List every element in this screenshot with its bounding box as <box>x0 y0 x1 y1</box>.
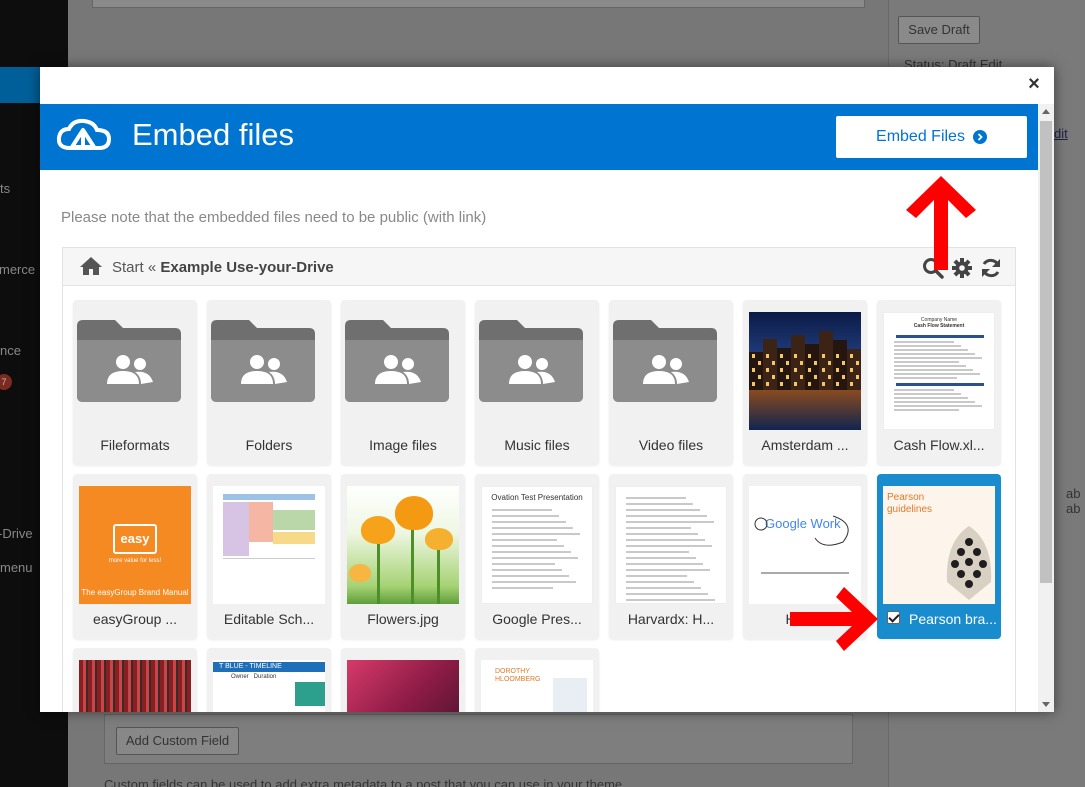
admin-sidebar-badge: 7 <box>0 374 12 390</box>
file-tile[interactable]: DOROTHY HLOOMBERG <box>475 648 599 712</box>
file-thumbnail <box>79 660 191 712</box>
modal-title: Embed files <box>132 117 294 152</box>
file-thumbnail: Pearson guidelines <box>883 486 995 604</box>
file-thumbnail <box>213 486 325 604</box>
admin-sidebar-item: menu <box>0 560 33 575</box>
cloud-logo-icon <box>56 118 112 150</box>
file-tile[interactable]: Video files <box>609 300 733 465</box>
file-name: Harvardx: H... <box>627 611 715 627</box>
edit-link: dit <box>1054 126 1068 141</box>
file-name: Amsterdam ... <box>761 437 849 453</box>
scroll-down-icon[interactable] <box>1042 702 1050 707</box>
editor-box <box>92 0 865 8</box>
file-tile[interactable]: Fileformats <box>73 300 197 465</box>
folder-shared-icon <box>77 320 181 402</box>
file-name: Editable Sch... <box>223 611 315 627</box>
file-tile[interactable]: T BLUE - TIMELINE Owner Duration <box>207 648 331 712</box>
embed-files-button-label: Embed Files <box>876 128 965 145</box>
home-icon[interactable] <box>79 256 103 276</box>
thumb-text: more value for less! <box>108 558 162 564</box>
file-thumbnail: Ovation Test Presentation <box>481 486 593 604</box>
thumb-text: Owner Duration <box>231 674 277 680</box>
admin-sidebar-item: -Drive <box>0 526 33 541</box>
file-name: easyGroup ... <box>92 611 178 627</box>
file-tile[interactable]: easy more value for less! The easyGroup Br… <box>73 474 197 639</box>
breadcrumb: Start « Example Use-your-Drive <box>112 259 334 276</box>
file-thumbnail <box>347 660 459 712</box>
save-draft-button: Save Draft <box>898 16 980 44</box>
admin-sidebar-item: nce <box>0 343 21 358</box>
file-name: Video files <box>638 437 704 453</box>
file-tile[interactable]: Folders <box>207 300 331 465</box>
thumb-text: DOROTHY HLOOMBERG <box>495 668 541 683</box>
file-thumbnail: Google Work <box>749 486 861 604</box>
file-name: Pearson bra... <box>909 611 997 627</box>
file-thumbnail: easy more value for less! The easyGroup Br… <box>79 486 191 604</box>
modal-scrollbar[interactable] <box>1038 104 1054 712</box>
file-name: Image files <box>369 437 437 453</box>
file-tile[interactable]: Amsterdam ... <box>743 300 867 465</box>
search-icon[interactable] <box>922 257 944 279</box>
file-browser-toolbar: Start « Example Use-your-Drive <box>63 248 1015 286</box>
file-tile[interactable]: Harvardx: H... <box>609 474 733 639</box>
file-tile[interactable]: Flowers.jpg <box>341 474 465 639</box>
file-name: Flowers.jpg <box>367 611 439 627</box>
file-thumbnail <box>615 486 727 604</box>
file-tile[interactable]: Image files <box>341 300 465 465</box>
thumb-text: T BLUE - TIMELINE <box>213 662 325 672</box>
file-tile[interactable]: Editable Sch... <box>207 474 331 639</box>
admin-sidebar-item: ts <box>0 181 11 196</box>
file-tile[interactable]: Google Work How... <box>743 474 867 639</box>
file-name: Google Pres... <box>492 611 582 627</box>
thumb-text: Ovation Test Presentation <box>491 493 583 502</box>
embed-files-modal: × Embed files Embed Files Please note th… <box>40 67 1054 712</box>
arrow-circle-right-icon <box>972 130 987 144</box>
file-tile[interactable]: Music files <box>475 300 599 465</box>
scroll-up-icon[interactable] <box>1042 109 1050 114</box>
file-name: Fileformats <box>100 437 170 453</box>
file-tile[interactable]: Pearson guidelines Pearson bra... <box>877 474 1001 639</box>
gear-icon[interactable] <box>951 257 973 279</box>
file-thumbnail: DOROTHY HLOOMBERG <box>481 660 593 712</box>
thumb-text: Pearson <box>887 492 925 503</box>
file-tile[interactable] <box>73 648 197 712</box>
folder-shared-icon <box>479 320 583 402</box>
folder-shared-icon <box>613 320 717 402</box>
file-thumbnail <box>749 312 861 430</box>
add-custom-field-button: Add Custom Field <box>116 727 239 755</box>
folder-shared-icon <box>211 320 315 402</box>
file-name: How... <box>785 611 825 627</box>
thumb-text: Cash Flow Statement <box>913 323 965 329</box>
breadcrumb-current: Example Use-your-Drive <box>160 259 334 276</box>
file-name: Cash Flow.xl... <box>893 437 985 453</box>
file-name: Folders <box>245 437 293 453</box>
file-tile[interactable] <box>341 648 465 712</box>
refresh-icon[interactable] <box>980 257 1002 279</box>
file-name: Music files <box>504 437 570 453</box>
embed-files-button[interactable]: Embed Files <box>836 116 1027 158</box>
scrollbar-thumb[interactable] <box>1040 121 1052 583</box>
tab-text: ab ab <box>1066 486 1081 516</box>
file-thumbnail <box>347 486 459 604</box>
thumb-text: easy <box>113 524 157 554</box>
file-tile[interactable]: Ovation Test Presentation Google Pres... <box>475 474 599 639</box>
admin-sidebar-item: merce <box>0 262 36 277</box>
file-tile[interactable]: Company Name Cash Flow Statement Cash Flow… <box>877 300 1001 465</box>
modal-header: Embed files Embed Files <box>40 104 1038 170</box>
folder-shared-icon <box>345 320 449 402</box>
file-thumbnail: Company Name Cash Flow Statement <box>883 312 995 430</box>
custom-fields-note: Custom fields can be used to add extra m… <box>104 777 626 787</box>
close-icon[interactable]: × <box>1025 74 1043 94</box>
file-thumbnail: T BLUE - TIMELINE Owner Duration <box>213 660 325 712</box>
thumb-text: guidelines <box>887 504 933 515</box>
thumb-text: The easyGroup Brand Manual <box>81 588 189 597</box>
public-files-note: Please note that the embedded files need… <box>61 209 487 226</box>
breadcrumb-start[interactable]: Start « <box>112 259 156 276</box>
